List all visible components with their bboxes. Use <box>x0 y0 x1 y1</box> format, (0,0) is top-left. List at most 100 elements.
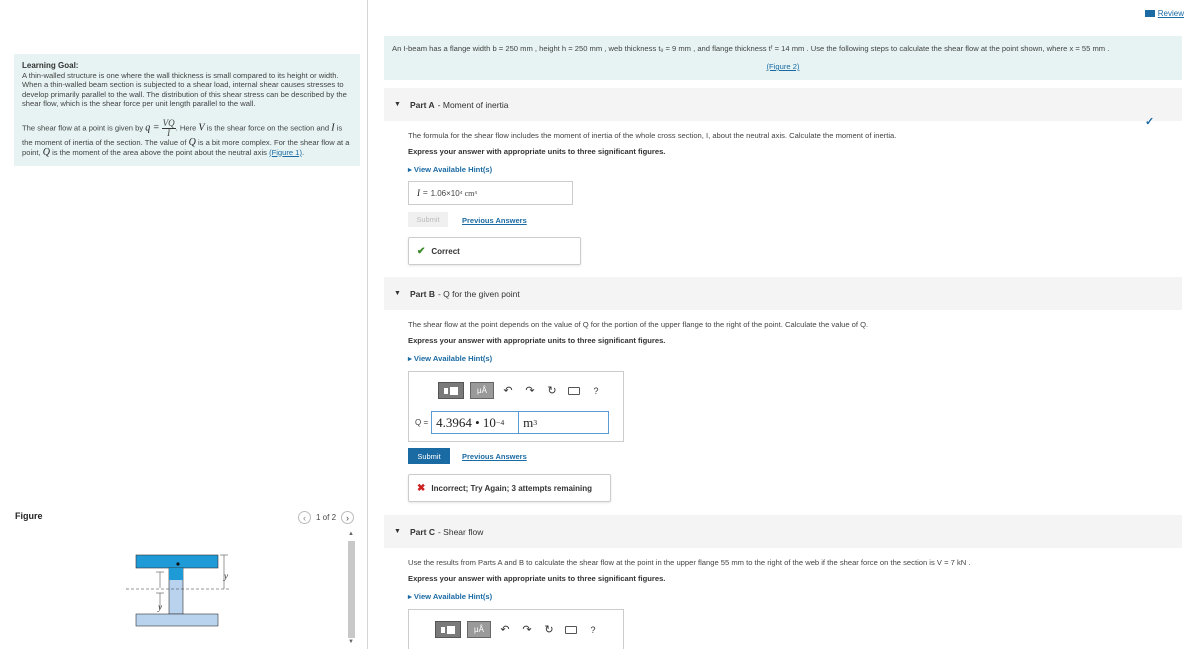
intro-text: An I-beam has a flange width b = 250 mm … <box>392 44 1110 53</box>
incorrect-label: Incorrect; Try Again; 3 attempts remaini… <box>431 483 593 493</box>
collapse-icon: ▼ <box>394 101 401 108</box>
undo-icon[interactable]: ↶ <box>497 622 513 638</box>
part-b-label: Part B <box>409 288 435 299</box>
learning-goal-text: A thin-walled structure is one where the… <box>22 70 347 109</box>
undo-icon[interactable]: ↶ <box>500 383 516 399</box>
templates-button[interactable] <box>438 382 464 399</box>
scroll-down-icon[interactable]: ▼ <box>348 639 354 645</box>
point-marker <box>176 562 180 566</box>
review-icon <box>1144 10 1155 17</box>
bottom-flange <box>135 613 219 627</box>
q-lhs-label: Q = <box>415 418 429 427</box>
part-b-title: - Q for the given point <box>437 288 520 299</box>
collapse-icon: ▼ <box>394 528 401 535</box>
top-flange <box>135 554 219 569</box>
hint-label: View Available Hint(s) <box>413 592 493 601</box>
q-unit-input[interactable]: m3 <box>519 411 610 434</box>
q-unit-exp: 3 <box>533 418 538 427</box>
part-c-toolbar: μÅ ↶ ↷ ↻ ? <box>435 621 601 638</box>
hint-label: View Available Hint(s) <box>413 354 493 363</box>
shear-flow-text-c: is the shear force on the section and <box>206 123 330 133</box>
web-top-area <box>169 568 183 580</box>
review-label: Review <box>1157 9 1184 18</box>
shear-flow-text-b: . Here <box>175 123 197 133</box>
part-b-hint-link[interactable]: ▸ View Available Hint(s) <box>408 354 492 363</box>
collapse-icon: ▼ <box>394 290 401 297</box>
scroll-up-icon[interactable]: ▲ <box>348 531 354 537</box>
i-unit: cm <box>464 188 475 198</box>
shear-flow-text-f: is the moment of the area above the poin… <box>52 147 267 157</box>
var-v: V <box>198 122 205 134</box>
part-b-header[interactable]: ▼ Part B - Q for the given point <box>384 277 1182 310</box>
part-c-title: - Shear flow <box>437 526 484 537</box>
figure-title: Figure <box>15 511 43 521</box>
shear-flow-fraction: VQ I <box>161 118 176 138</box>
i-unit-exp: 4 <box>474 190 478 196</box>
q-lhs: q = <box>145 122 160 134</box>
part-b-desc: The shear flow at the point depends on t… <box>408 320 869 329</box>
part-c-label: Part C <box>409 526 435 537</box>
q-value: 4.3964 • 10 <box>436 414 496 430</box>
incorrect-x-icon: ✖ <box>417 482 426 494</box>
part-b-submit-button[interactable]: Submit <box>408 448 450 464</box>
part-b-feedback: ✖ Incorrect; Try Again; 3 attempts remai… <box>408 474 611 502</box>
problem-intro: An I-beam has a flange width b = 250 mm … <box>384 36 1182 80</box>
figure-2-link[interactable]: (Figure 2) <box>767 62 800 71</box>
part-a-answer-box: I = 1.06×10 4 cm 4 <box>408 181 573 205</box>
period: . <box>301 147 305 157</box>
scroll-thumb[interactable] <box>348 541 355 638</box>
part-a-hint-link[interactable]: ▸ View Available Hint(s) <box>408 165 492 174</box>
part-c-header[interactable]: ▼ Part C - Shear flow <box>384 515 1182 548</box>
part-a-previous-answers[interactable]: Previous Answers <box>462 216 527 225</box>
hint-label: View Available Hint(s) <box>413 165 493 174</box>
fraction-denominator: I <box>167 127 171 138</box>
units-button[interactable]: μÅ <box>470 382 494 399</box>
figure-scrollbar[interactable]: ▲ ▼ <box>346 531 356 649</box>
help-icon[interactable]: ? <box>585 622 601 638</box>
part-c-hint-link[interactable]: ▸ View Available Hint(s) <box>408 592 492 601</box>
q-value-input[interactable]: 4.3964 • 10 −4 <box>431 411 520 434</box>
right-panel: Review An I-beam has a flange width b = … <box>369 0 1194 649</box>
keyboard-icon[interactable] <box>563 622 579 638</box>
y-label-2: y <box>157 602 162 612</box>
part-a-desc: The formula for the shear flow includes … <box>408 131 897 140</box>
prev-figure-button[interactable]: ‹ <box>298 511 311 524</box>
part-b-instr: Express your answer with appropriate uni… <box>408 336 666 345</box>
help-icon[interactable]: ? <box>588 383 604 399</box>
figure-1-link[interactable]: (Figure 1) <box>269 148 302 157</box>
reset-icon[interactable]: ↻ <box>544 383 560 399</box>
templates-button[interactable] <box>435 621 461 638</box>
part-b-previous-answers[interactable]: Previous Answers <box>462 452 527 461</box>
part-a-feedback: ✔ Correct <box>408 237 581 265</box>
left-panel: Learning Goal: A thin-walled structure i… <box>0 0 368 649</box>
part-b-toolbar: μÅ ↶ ↷ ↻ ? <box>438 382 604 399</box>
i-value: 1.06×10 <box>430 188 460 198</box>
i-lhs: I = <box>417 188 429 198</box>
part-b-answer-row: Q = 4.3964 • 10 −4 m3 <box>415 411 610 434</box>
i-exp: 4 <box>459 190 463 196</box>
figure-page-count: 1 of 2 <box>316 513 337 522</box>
q-exp: −4 <box>495 418 505 427</box>
part-a-instr: Express your answer with appropriate uni… <box>408 147 666 156</box>
redo-icon[interactable]: ↷ <box>519 622 535 638</box>
learning-goal-heading: Learning Goal: <box>22 61 79 70</box>
review-link[interactable]: Review <box>1144 9 1184 18</box>
figure-pager: ‹ 1 of 2 › <box>298 511 355 524</box>
part-a-submit-button[interactable]: Submit <box>408 212 448 227</box>
part-a-label: Part A <box>409 99 435 110</box>
redo-icon[interactable]: ↷ <box>522 383 538 399</box>
part-a-title: - Moment of inertia <box>437 99 509 110</box>
part-a-header[interactable]: ▼ Part A - Moment of inertia <box>384 88 1182 121</box>
units-button[interactable]: μÅ <box>467 621 491 638</box>
part-c-instr: Express your answer with appropriate uni… <box>408 574 666 583</box>
reset-icon[interactable]: ↻ <box>541 622 557 638</box>
var-q-2: Q <box>42 146 50 158</box>
next-figure-button[interactable]: › <box>341 511 355 524</box>
var-i: I <box>331 122 335 134</box>
correct-check-icon: ✔ <box>417 245 426 257</box>
part-c-desc: Use the results from Parts A and B to ca… <box>408 558 971 567</box>
correct-label: Correct <box>431 246 460 256</box>
learning-goal-box: Learning Goal: A thin-walled structure i… <box>14 54 360 166</box>
keyboard-icon[interactable] <box>566 383 582 399</box>
shear-flow-text-a: The shear flow at a point is given by <box>22 123 144 133</box>
